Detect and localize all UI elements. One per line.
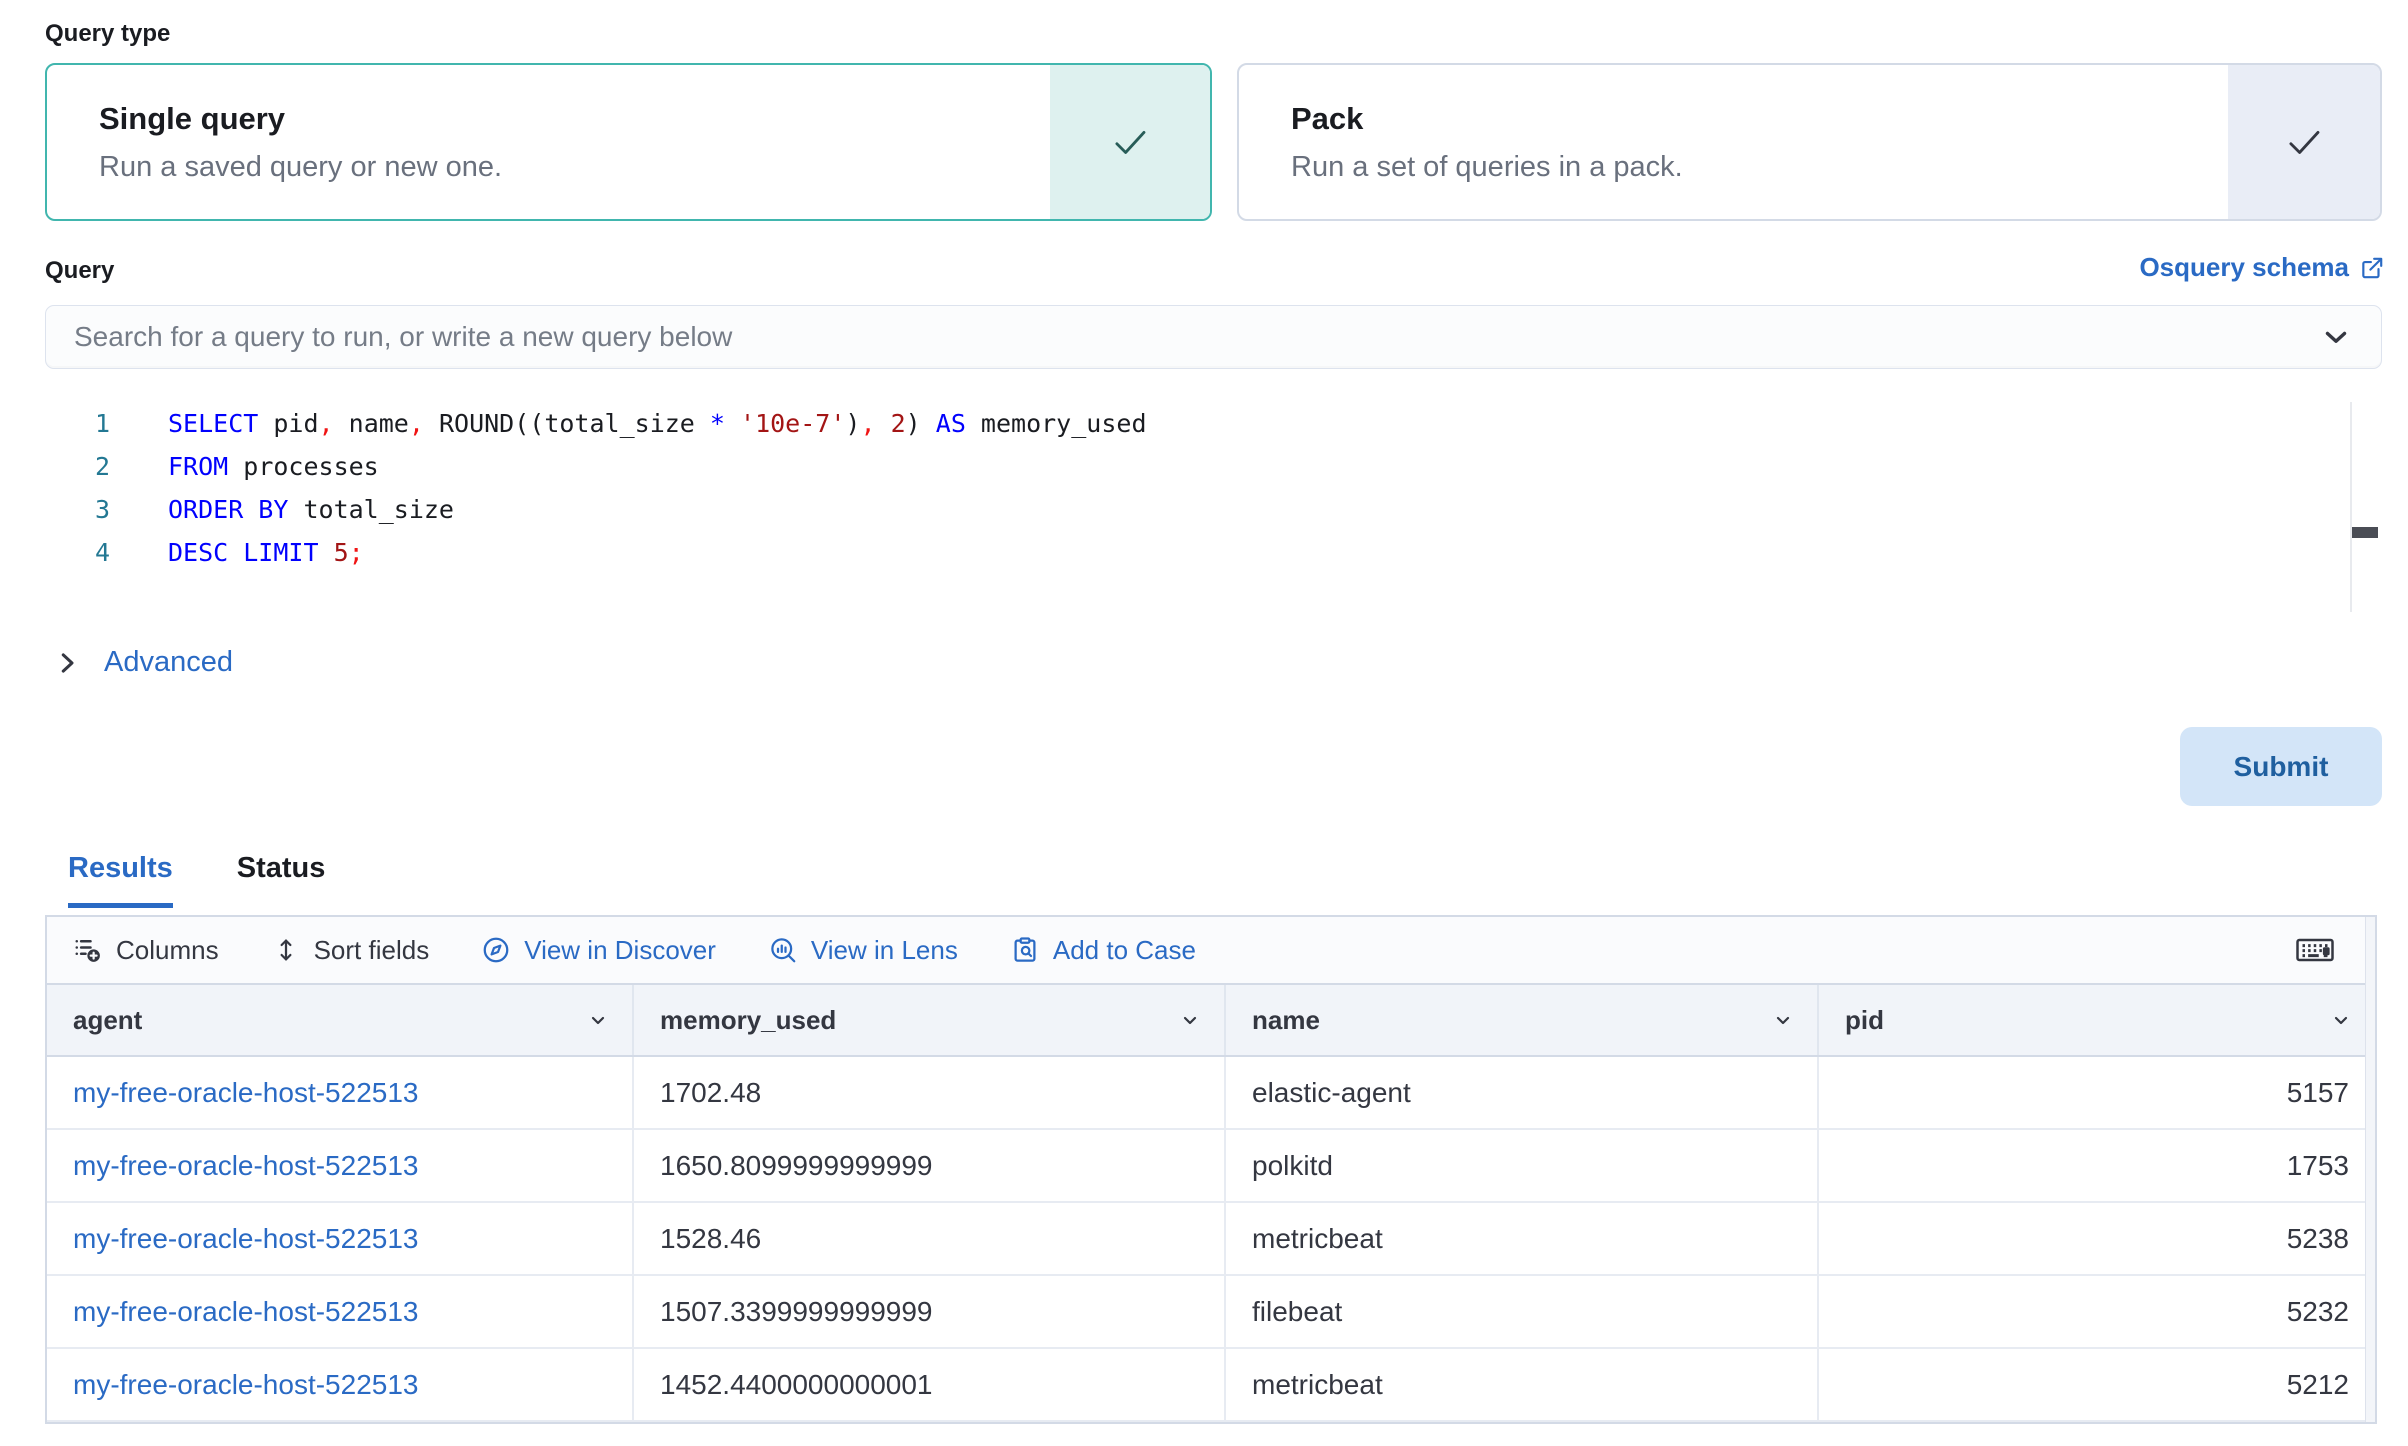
check-icon: [2228, 65, 2380, 219]
card-title: Single query: [99, 101, 1050, 137]
column-header-agent[interactable]: agent: [47, 985, 634, 1055]
agent-link[interactable]: my-free-oracle-host-522513: [47, 1057, 634, 1128]
card-description: Run a saved query or new one.: [99, 151, 1050, 184]
name-cell: metricbeat: [1226, 1349, 1819, 1420]
pid-cell: 5238: [1819, 1203, 2375, 1274]
agent-link[interactable]: my-free-oracle-host-522513: [47, 1130, 634, 1201]
grid-toolbar: Columns Sort fields View in Discover Vie…: [47, 917, 2375, 985]
column-header-pid[interactable]: pid: [1819, 985, 2375, 1055]
card-description: Run a set of queries in a pack.: [1291, 151, 2228, 184]
chevron-down-icon[interactable]: [586, 1008, 610, 1032]
submit-button[interactable]: Submit: [2180, 727, 2382, 806]
columns-button[interactable]: Columns: [73, 935, 219, 966]
column-header-label: pid: [1845, 1005, 1884, 1036]
results-status-tabs: Results Status: [68, 852, 325, 908]
pid-cell: 5212: [1819, 1349, 2375, 1420]
query-type-label: Query type: [45, 20, 170, 48]
keyboard-shortcuts-button[interactable]: [2295, 935, 2335, 965]
memory-used-cell: 1702.48: [634, 1057, 1226, 1128]
table-row: my-free-oracle-host-522513 1650.80999999…: [47, 1130, 2375, 1203]
code-line: 4 DESC LIMIT 5;: [45, 531, 2377, 574]
results-data-grid: Columns Sort fields View in Discover Vie…: [45, 915, 2377, 1424]
query-label: Query: [45, 257, 114, 285]
chevron-down-icon[interactable]: [2329, 1008, 2353, 1032]
table-row: my-free-oracle-host-522513 1528.46 metri…: [47, 1203, 2375, 1276]
grid-scrollbar[interactable]: [2365, 917, 2375, 1422]
grid-header-row: agent memory_used name pid: [47, 985, 2375, 1057]
add-to-case-button[interactable]: Add to Case: [1010, 935, 1196, 966]
case-clipboard-icon: [1010, 935, 1040, 965]
lens-chart-icon: [768, 935, 798, 965]
view-in-lens-button-label: View in Lens: [811, 935, 958, 966]
card-title: Pack: [1291, 101, 2228, 137]
code-line: 1 SELECT pid, name, ROUND((total_size * …: [45, 402, 2377, 445]
check-icon: [1050, 65, 1210, 219]
column-header-label: agent: [73, 1005, 142, 1036]
compass-icon: [481, 935, 511, 965]
column-header-name[interactable]: name: [1226, 985, 1819, 1055]
list-add-icon: [73, 935, 103, 965]
column-header-label: name: [1252, 1005, 1320, 1036]
name-cell: elastic-agent: [1226, 1057, 1819, 1128]
sort-arrows-icon: [271, 935, 301, 965]
saved-query-select-placeholder: Search for a query to run, or write a ne…: [74, 321, 2319, 353]
memory-used-cell: 1650.8099999999999: [634, 1130, 1226, 1201]
keyboard-icon: [2295, 935, 2335, 965]
tab-status[interactable]: Status: [237, 852, 326, 908]
chevron-down-icon: [2319, 320, 2353, 354]
memory-used-cell: 1507.3399999999999: [634, 1276, 1226, 1347]
table-row: my-free-oracle-host-522513 1507.33999999…: [47, 1276, 2375, 1349]
editor-scroll-marker[interactable]: [2352, 527, 2378, 538]
agent-link[interactable]: my-free-oracle-host-522513: [47, 1276, 634, 1347]
name-cell: metricbeat: [1226, 1203, 1819, 1274]
memory-used-cell: 1528.46: [634, 1203, 1226, 1274]
chevron-down-icon[interactable]: [1178, 1008, 1202, 1032]
pid-cell: 5157: [1819, 1057, 2375, 1128]
view-in-discover-button[interactable]: View in Discover: [481, 935, 716, 966]
table-row: my-free-oracle-host-522513 1702.48 elast…: [47, 1057, 2375, 1130]
memory-used-cell: 1452.4400000000001: [634, 1349, 1226, 1420]
column-header-memory-used[interactable]: memory_used: [634, 985, 1226, 1055]
table-row: my-free-oracle-host-522513 1452.44000000…: [47, 1349, 2375, 1422]
name-cell: filebeat: [1226, 1276, 1819, 1347]
line-number: 3: [45, 488, 110, 531]
code-line: 2 FROM processes: [45, 445, 2377, 488]
line-number: 1: [45, 402, 110, 445]
pid-cell: 5232: [1819, 1276, 2375, 1347]
view-in-lens-button[interactable]: View in Lens: [768, 935, 958, 966]
advanced-toggle[interactable]: Advanced: [52, 646, 233, 679]
query-type-card-pack[interactable]: Pack Run a set of queries in a pack.: [1237, 63, 2382, 221]
osquery-schema-link[interactable]: Osquery schema: [2139, 252, 2385, 283]
osquery-schema-link-label: Osquery schema: [2139, 252, 2349, 283]
advanced-label: Advanced: [104, 646, 233, 679]
name-cell: polkitd: [1226, 1130, 1819, 1201]
agent-link[interactable]: my-free-oracle-host-522513: [47, 1203, 634, 1274]
agent-link[interactable]: my-free-oracle-host-522513: [47, 1349, 634, 1420]
chevron-down-icon[interactable]: [1771, 1008, 1795, 1032]
line-number: 2: [45, 445, 110, 488]
sort-fields-button[interactable]: Sort fields: [271, 935, 430, 966]
columns-button-label: Columns: [116, 935, 219, 966]
chevron-right-icon: [52, 648, 82, 678]
add-to-case-button-label: Add to Case: [1053, 935, 1196, 966]
external-link-icon: [2359, 255, 2385, 281]
line-number: 4: [45, 531, 110, 574]
code-line: 3 ORDER BY total_size: [45, 488, 2377, 531]
tab-results[interactable]: Results: [68, 852, 173, 908]
sql-code-editor[interactable]: 1 SELECT pid, name, ROUND((total_size * …: [45, 402, 2377, 612]
sort-fields-button-label: Sort fields: [314, 935, 430, 966]
query-type-card-single-query[interactable]: Single query Run a saved query or new on…: [45, 63, 1212, 221]
pid-cell: 1753: [1819, 1130, 2375, 1201]
view-in-discover-button-label: View in Discover: [524, 935, 716, 966]
saved-query-select[interactable]: Search for a query to run, or write a ne…: [45, 305, 2382, 369]
editor-overview-ruler: [2350, 402, 2352, 612]
column-header-label: memory_used: [660, 1005, 836, 1036]
